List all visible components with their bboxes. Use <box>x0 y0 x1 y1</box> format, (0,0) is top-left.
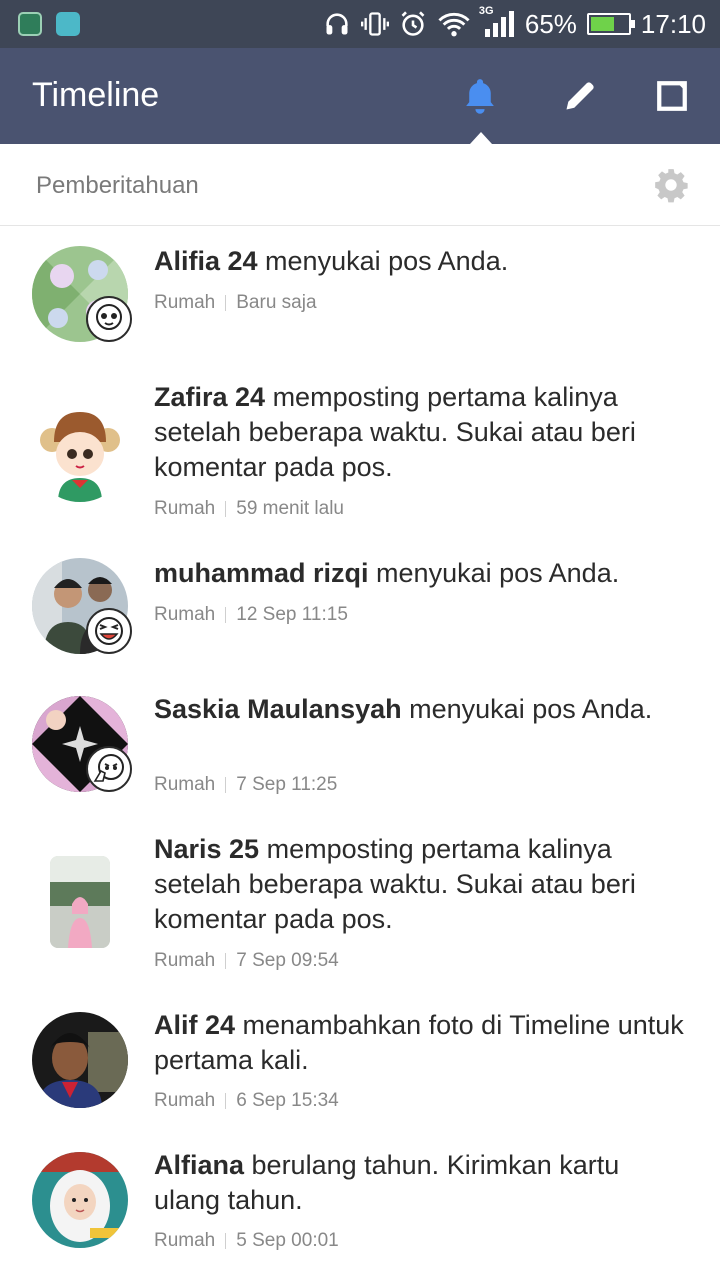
notification-item[interactable]: Alfiana berulang tahun. Kirimkan kartu u… <box>0 1130 720 1270</box>
source-label: Rumah <box>154 950 216 971</box>
pencil-icon <box>566 82 594 110</box>
notification-item[interactable]: Alif 24 menambahkan foto di Timeline unt… <box>0 990 720 1130</box>
timestamp: 5 Sep 00:01 <box>236 1230 339 1251</box>
notification-text: Alfiana berulang tahun. Kirimkan kartu u… <box>154 1148 684 1218</box>
signal-icon: 3G <box>479 5 515 39</box>
notification-text: muhammad rizqi menyukai pos Anda. <box>154 556 684 591</box>
sticker-badge <box>86 746 132 792</box>
section-title: Pemberitahuan <box>36 172 199 199</box>
user-name: Alif 24 <box>154 1010 236 1040</box>
notification-message: menyukai pos Anda. <box>401 694 653 724</box>
page-title: Timeline <box>32 76 160 114</box>
avatar[interactable] <box>50 856 110 948</box>
user-name: Zafira 24 <box>154 382 266 412</box>
user-name: Saskia Maulansyah <box>154 694 402 724</box>
timestamp: 7 Sep 11:25 <box>236 774 338 795</box>
timestamp: 59 menit lalu <box>236 498 344 519</box>
status-bar: 3G 65% 17:10 <box>0 0 720 48</box>
source-label: Rumah <box>154 774 216 795</box>
headphones-icon <box>326 13 348 35</box>
source-label: Rumah <box>154 1230 216 1251</box>
notification-message: menyukai pos Anda. <box>257 246 509 276</box>
notification-text: Alif 24 menambahkan foto di Timeline unt… <box>154 1008 684 1078</box>
sticker-badge <box>86 608 132 654</box>
notification-meta: Rumah Baru saja <box>154 292 317 314</box>
timestamp: Baru saja <box>236 292 317 313</box>
meta-divider <box>225 953 227 969</box>
source-label: Rumah <box>154 498 216 519</box>
user-name: Alfiana <box>154 1150 245 1180</box>
story-button[interactable] <box>650 74 694 118</box>
settings-button[interactable] <box>652 166 690 204</box>
notification-message: menyukai pos Anda. <box>368 558 620 588</box>
network-type: 3G <box>478 5 494 17</box>
notification-meta: Rumah 7 Sep 11:25 <box>154 774 337 796</box>
source-label: Rumah <box>154 1090 216 1111</box>
notification-meta: Rumah 7 Sep 09:54 <box>154 950 339 972</box>
app-header: Timeline <box>0 48 720 144</box>
notification-item[interactable]: Saskia Maulansyah menyukai pos Anda. Rum… <box>0 674 720 814</box>
alarm-icon <box>401 11 425 36</box>
user-name: Naris 25 <box>154 834 260 864</box>
user-name: muhammad rizqi <box>154 558 369 588</box>
meta-divider <box>225 1093 227 1109</box>
meta-divider <box>225 1233 227 1249</box>
avatar[interactable] <box>32 406 128 502</box>
notification-text: Naris 25 memposting pertama kalinya sete… <box>154 832 684 937</box>
meta-divider <box>225 607 227 623</box>
notification-text: Zafira 24 memposting pertama kalinya set… <box>154 380 684 485</box>
notification-text: Alifia 24 menyukai pos Anda. <box>154 244 684 279</box>
meta-divider <box>225 777 227 793</box>
notification-item[interactable]: Zafira 24 memposting pertama kalinya set… <box>0 362 720 538</box>
battery-percent: 65% <box>524 8 577 39</box>
meta-divider <box>225 501 227 517</box>
notifications-section-bar: Pemberitahuan <box>0 144 720 226</box>
notification-meta: Rumah 12 Sep 11:15 <box>154 604 348 626</box>
bell-icon <box>466 79 494 114</box>
source-label: Rumah <box>154 604 216 625</box>
notification-text: Saskia Maulansyah menyukai pos Anda. <box>154 692 684 727</box>
square-icon <box>657 81 687 111</box>
write-post-button[interactable] <box>558 74 602 118</box>
notification-item[interactable]: Naris 25 memposting pertama kalinya sete… <box>0 814 720 990</box>
clock: 17:10 <box>640 8 706 39</box>
gear-icon <box>655 169 688 203</box>
vibrate-icon <box>360 12 389 36</box>
notification-meta: Rumah 5 Sep 00:01 <box>154 1230 339 1252</box>
android-icon <box>56 12 80 36</box>
wifi-icon <box>438 12 470 37</box>
battery-charging-icon <box>586 13 635 35</box>
notification-meta: Rumah 6 Sep 15:34 <box>154 1090 339 1112</box>
timestamp: 6 Sep 15:34 <box>236 1090 339 1111</box>
system-icons: 3G 65% 17:10 <box>323 5 706 40</box>
avatar[interactable] <box>32 1012 128 1108</box>
user-name: Alifia 24 <box>154 246 258 276</box>
timestamp: 12 Sep 11:15 <box>236 604 348 625</box>
timestamp: 7 Sep 09:54 <box>236 950 339 971</box>
meta-divider <box>225 295 227 311</box>
source-label: Rumah <box>154 292 216 313</box>
app-icon <box>18 12 42 36</box>
active-tab-indicator <box>470 132 492 144</box>
sticker-badge <box>86 296 132 342</box>
notifications-tab[interactable] <box>458 74 502 118</box>
notification-meta: Rumah 59 menit lalu <box>154 498 344 520</box>
notification-item[interactable]: muhammad rizqi menyukai pos Anda. Rumah 1… <box>0 538 720 674</box>
notification-item[interactable]: Alifia 24 menyukai pos Anda. Rumah Baru s… <box>0 226 720 362</box>
notification-icons <box>18 12 80 36</box>
avatar[interactable] <box>32 1152 128 1248</box>
